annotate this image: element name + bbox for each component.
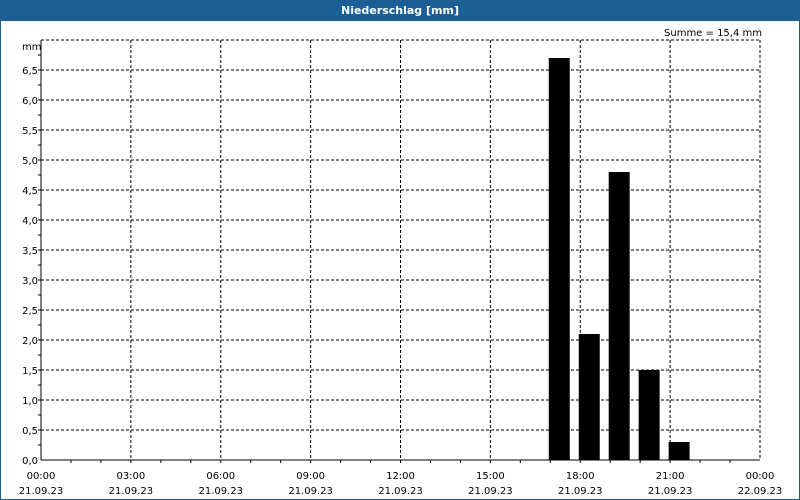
y-tick-label: 3,0 <box>22 276 38 287</box>
x-tick-date-label: 21.09.23 <box>198 486 243 497</box>
y-tick-label: 5,5 <box>22 126 38 137</box>
x-tick-time-label: 03:00 <box>116 471 145 482</box>
bar <box>548 58 570 460</box>
x-tick-labels: 00:00 21.09.23 03:00 21.09.23 06:00 21.09.23 0… <box>19 471 783 497</box>
x-tick-time-label: 09:00 <box>296 471 325 482</box>
y-tick-label: 2,0 <box>22 336 38 347</box>
y-tick-label: 4,0 <box>22 216 38 227</box>
bar <box>668 442 690 460</box>
x-tick-time-label: 18:00 <box>566 471 595 482</box>
y-tick-label: 0,5 <box>22 426 38 437</box>
x-tick-date-label: 21.09.23 <box>648 486 693 497</box>
bar <box>638 370 660 460</box>
y-tick-labels: 0,0 0,5 1,0 1,5 2,0 2,5 3,0 3,5 4,0 4,5 5,0 5,5 6,0 6… <box>22 66 38 467</box>
x-tick-time-label: 00:00 <box>27 471 56 482</box>
x-tick-date-label: 21.09.23 <box>288 486 333 497</box>
y-tick-label: 4,5 <box>22 186 38 197</box>
y-tick-label: 5,0 <box>22 156 38 167</box>
y-tick-label: 0,0 <box>22 456 38 467</box>
y-tick-label: 1,5 <box>22 366 38 377</box>
y-tick-label: 2,5 <box>22 306 38 317</box>
x-tick-time-label: 00:00 <box>746 471 775 482</box>
x-tick-date-label: 21.09.23 <box>109 486 154 497</box>
y-tick-label: 3,5 <box>22 246 38 257</box>
y-tick-label: 6,5 <box>22 66 38 77</box>
x-tick-date-label: 21.09.23 <box>19 486 64 497</box>
bar <box>578 334 600 460</box>
sum-annotation: Summe = 15,4 mm <box>664 28 762 39</box>
x-tick-time-label: 21:00 <box>656 471 685 482</box>
bar <box>608 172 630 460</box>
y-axis-unit-label: mm <box>22 42 41 53</box>
x-tick-date-label: 21.09.23 <box>468 486 513 497</box>
precipitation-chart: mm Summe = 15,4 mm 0,0 0,5 1,0 1,5 2,0 2,5 3,0… <box>19 28 783 497</box>
x-tick-date-label: 22.09.23 <box>738 486 783 497</box>
x-tick-time-label: 15:00 <box>476 471 505 482</box>
y-tick-label: 1,0 <box>22 396 38 407</box>
y-tick-label: 6,0 <box>22 96 38 107</box>
x-tick-time-label: 06:00 <box>206 471 235 482</box>
x-tick-date-label: 21.09.23 <box>378 486 423 497</box>
x-tick-date-label: 21.09.23 <box>558 486 603 497</box>
x-tick-time-label: 12:00 <box>386 471 415 482</box>
